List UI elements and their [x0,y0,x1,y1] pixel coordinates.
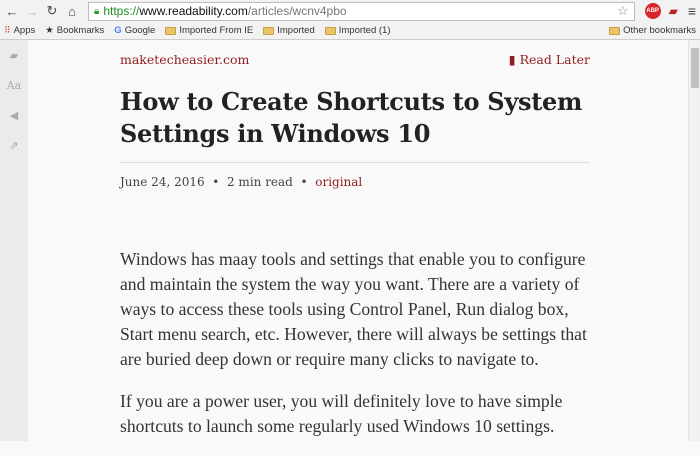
scrollbar-thumb[interactable] [691,48,699,88]
article-meta: June 24, 2016 • 2 min read • original [120,175,590,189]
bookmark-folder[interactable]: Imported (1) [324,25,391,36]
original-link[interactable]: original [315,175,362,189]
lock-icon: 🔒︎ [94,5,100,17]
adblock-extension-icon[interactable]: ABP [644,3,661,19]
browser-toolbar: ← → ↻ ⌂ 🔒︎ https://www.readability.com/a… [0,0,700,22]
reload-button[interactable]: ↻ [44,3,60,19]
bookmark-star-icon[interactable]: ☆ [617,3,629,19]
bookmark-label: Google [124,25,156,36]
paragraph: Windows has maay tools and settings that… [120,249,587,369]
url-host: www.readability.com [139,4,248,18]
article-title: How to Create Shortcuts to System Settin… [120,86,590,163]
article-date: June 24, 2016 [120,175,205,189]
share-icon[interactable]: ⇗ [0,130,28,160]
home-button[interactable]: ⌂ [64,4,80,19]
bookmark-icon: ▮ [508,52,520,67]
apps-grid-icon: ⠿ [4,25,11,35]
address-bar[interactable]: 🔒︎ https://www.readability.com/articles/… [88,1,635,21]
site-link[interactable]: maketecheasier.com [120,52,249,67]
separator: • [212,175,220,189]
bookmark-label: Other bookmarks [623,25,696,36]
bookmark-bookmarks[interactable]: ★ Bookmarks [45,25,104,36]
read-time: 2 min read [226,175,293,189]
bookmark-label: Apps [13,25,36,36]
read-later-label: Read Later [519,52,590,67]
bookmark-label: Imported From IE [179,25,254,36]
megaphone-icon[interactable]: ◀ [0,100,28,130]
google-icon: G [114,25,122,36]
read-later-button[interactable]: ▮ Read Later [509,52,590,67]
back-button[interactable]: ← [4,4,20,19]
folder-icon [263,26,275,35]
url-scheme: https:// [103,4,140,18]
folder-icon [609,26,621,35]
article-body: Windows has maay tools and settings that… [120,247,590,439]
font-icon[interactable]: Aa [0,70,28,100]
bookmark-google[interactable]: G Google [114,25,155,36]
other-bookmarks[interactable]: Other bookmarks [609,25,696,36]
bookmarks-bar: ⠿ Apps ★ Bookmarks G Google Imported From I… [0,22,700,40]
bookmark-folder[interactable]: Imported From IE [165,25,253,36]
readability-extension-icon[interactable]: ▰ [669,4,678,18]
star-icon: ★ [45,25,54,36]
paragraph: If you are a power user, you will defini… [120,391,563,436]
bookmark-label: Imported [277,25,315,36]
reader-sidebar: ▰ Aa ◀ ⇗ [0,40,28,441]
bookmark-label: Imported (1) [338,25,391,36]
article: maketecheasier.com ▮ Read Later How to C… [120,40,590,456]
readability-icon[interactable]: ▰ [0,40,28,70]
menu-icon[interactable]: ≡ [688,3,696,19]
scrollbar[interactable] [688,40,700,441]
bookmark-folder[interactable]: Imported [263,25,315,36]
bookmark-label: Bookmarks [56,25,105,36]
forward-button[interactable]: → [24,4,40,19]
folder-icon [324,26,336,35]
folder-icon [165,26,177,35]
url-path: /articles/wcnv4pbo [247,4,347,18]
bookmark-apps[interactable]: ⠿ Apps [4,25,35,36]
separator: • [300,175,308,189]
